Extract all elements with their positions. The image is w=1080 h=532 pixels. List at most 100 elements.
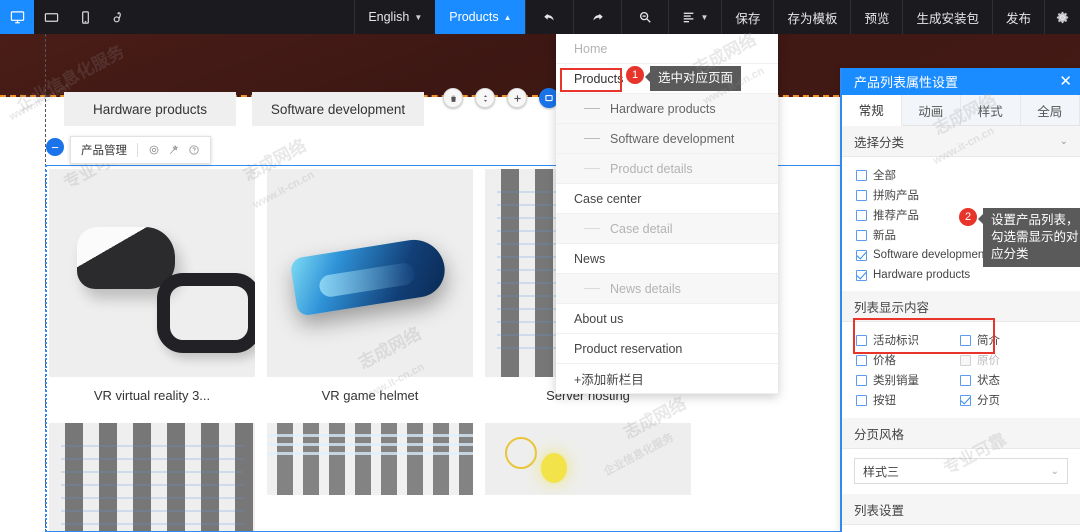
menu-item-news-details[interactable]: News details (556, 274, 778, 304)
tab-global[interactable]: 全局 (1021, 95, 1080, 125)
checkbox-box (960, 354, 971, 366)
checkbox-price[interactable]: 价格 (856, 350, 960, 370)
checkbox-label: 价格 (873, 355, 896, 367)
callout-text: 设置产品列表，勾选需显示的对应分类 (978, 208, 1080, 267)
section-header-category[interactable]: 选择分类 ⌄ (842, 126, 1080, 157)
menu-item-news[interactable]: News (556, 244, 778, 274)
pagination-style-value: 样式三 (863, 464, 900, 479)
product-title: VR game helmet (321, 387, 419, 403)
menu-item-about-us[interactable]: About us (556, 304, 778, 334)
menu-item-case-center[interactable]: Case center (556, 184, 778, 214)
device-switcher (0, 0, 136, 34)
updown-arrow-icon (483, 94, 487, 102)
checkbox-button[interactable]: 按钮 (856, 390, 960, 410)
toolbar-actions: English ▼ Products ▲ ▼ 保存 存为模板 预览 生成安装包 … (354, 0, 1080, 34)
panel-header: 产品列表属性设置 ✕ (842, 68, 1080, 95)
save-template-button[interactable]: 存为模板 (773, 0, 850, 34)
menu-item-label: Products (574, 71, 624, 86)
gear-icon (1056, 11, 1069, 23)
checkbox-label: 活动标识 (873, 335, 919, 347)
menu-item-product-details[interactable]: Product details (556, 154, 778, 184)
checkbox-label: 按钮 (873, 395, 896, 407)
top-toolbar: English ▼ Products ▲ ▼ 保存 存为模板 预览 生成安装包 … (0, 0, 1080, 34)
checkbox-status[interactable]: 状态 (960, 370, 1064, 390)
redo-button[interactable] (572, 0, 621, 34)
list-icon (683, 12, 693, 23)
menu-item-add-new-column[interactable]: +添加新栏目 (556, 364, 778, 394)
link-view-button[interactable] (102, 0, 136, 34)
trash-icon (450, 95, 456, 102)
checkbox-label: Hardware products (873, 269, 971, 281)
pagination-style-field: 样式三 ⌄ (842, 449, 1080, 494)
checkbox-activity-tag[interactable]: 活动标识 (856, 330, 960, 350)
checkbox-category-sales[interactable]: 类别销量 (856, 370, 960, 390)
menu-item-label: +添加新栏目 (574, 373, 644, 387)
checkbox-label: 新品 (873, 230, 896, 242)
preview-button[interactable]: 预览 (850, 0, 902, 34)
section-title: 列表显示内容 (854, 300, 930, 315)
menu-item-label: Hardware products (610, 101, 716, 116)
section-title: 列表设置 (854, 503, 905, 518)
build-package-button[interactable]: 生成安装包 (902, 0, 992, 34)
chevron-down-icon: ⌄ (1059, 135, 1068, 147)
checkbox-box (856, 269, 867, 281)
menu-item-hardware-products[interactable]: Hardware products (556, 94, 778, 124)
checkbox-all[interactable]: 全部 (856, 165, 1080, 185)
section-header-list-settings: 列表设置 (842, 494, 1080, 525)
category-tab-software[interactable]: Software development (252, 92, 424, 126)
checkbox-box (856, 334, 867, 346)
pagination-style-select[interactable]: 样式三 ⌄ (854, 458, 1068, 484)
add-element-button[interactable] (507, 88, 527, 108)
dash-icon (584, 228, 600, 229)
checkbox-group-buy[interactable]: 拼购产品 (856, 185, 1080, 205)
checkbox-label: 推荐产品 (873, 210, 919, 222)
product-card[interactable]: VR game helmet (267, 169, 473, 413)
help-icon[interactable] (188, 144, 200, 156)
gear-icon[interactable] (148, 144, 160, 156)
tablet-view-button[interactable] (34, 0, 68, 34)
magic-wand-icon[interactable] (168, 144, 180, 156)
collapse-element-button[interactable]: − (46, 138, 64, 156)
settings-button[interactable] (1044, 0, 1080, 34)
callout-badge: 1 (626, 66, 644, 84)
publish-button[interactable]: 发布 (991, 0, 1044, 34)
display-checkbox-list: 活动标识 简介 价格 原价 类别销量 状态 按钮 分页 (842, 322, 1080, 418)
product-card[interactable] (485, 423, 691, 532)
page-selector-button[interactable]: Products ▲ (435, 0, 525, 34)
tab-animation[interactable]: 动画 (902, 95, 961, 125)
product-card[interactable]: VR virtual reality 3... (49, 169, 255, 413)
checkbox-label: 原价 (977, 355, 1000, 367)
undo-button[interactable] (524, 0, 573, 34)
menu-item-software-development[interactable]: Software development (556, 124, 778, 154)
checkbox-intro[interactable]: 简介 (960, 330, 1064, 350)
category-tab-hardware[interactable]: Hardware products (64, 92, 236, 126)
product-card[interactable]: Serv (49, 423, 255, 532)
menu-item-case-detail[interactable]: Case detail (556, 214, 778, 244)
menu-item-home[interactable]: Home (556, 34, 778, 64)
checkbox-label: 类别销量 (873, 375, 919, 387)
checkbox-box (960, 394, 971, 406)
tab-general[interactable]: 常规 (842, 95, 902, 126)
product-thumbnail (267, 169, 473, 377)
checkbox-pagination[interactable]: 分页 (960, 390, 1064, 410)
product-card[interactable] (267, 423, 473, 532)
delete-element-button[interactable] (443, 88, 463, 108)
canvas-vertical-guide (45, 34, 46, 532)
outline-button[interactable]: ▼ (667, 0, 722, 34)
language-selector[interactable]: English ▼ (354, 0, 435, 34)
checkbox-box (856, 374, 867, 386)
desktop-view-button[interactable] (0, 0, 34, 34)
checkbox-hardware-products[interactable]: Hardware products (856, 265, 1080, 285)
menu-item-label: Case center (574, 191, 642, 206)
app-root: English ▼ Products ▲ ▼ 保存 存为模板 预览 生成安装包 … (0, 0, 1080, 532)
tab-style[interactable]: 样式 (961, 95, 1021, 125)
menu-item-label: About us (574, 311, 624, 326)
menu-item-product-reservation[interactable]: Product reservation (556, 334, 778, 364)
phone-view-button[interactable] (68, 0, 102, 34)
close-icon[interactable]: ✕ (1059, 74, 1072, 89)
move-element-button[interactable] (475, 88, 495, 108)
save-button[interactable]: 保存 (721, 0, 773, 34)
menu-item-label: Case detail (610, 221, 673, 236)
zoom-button[interactable] (620, 0, 668, 34)
